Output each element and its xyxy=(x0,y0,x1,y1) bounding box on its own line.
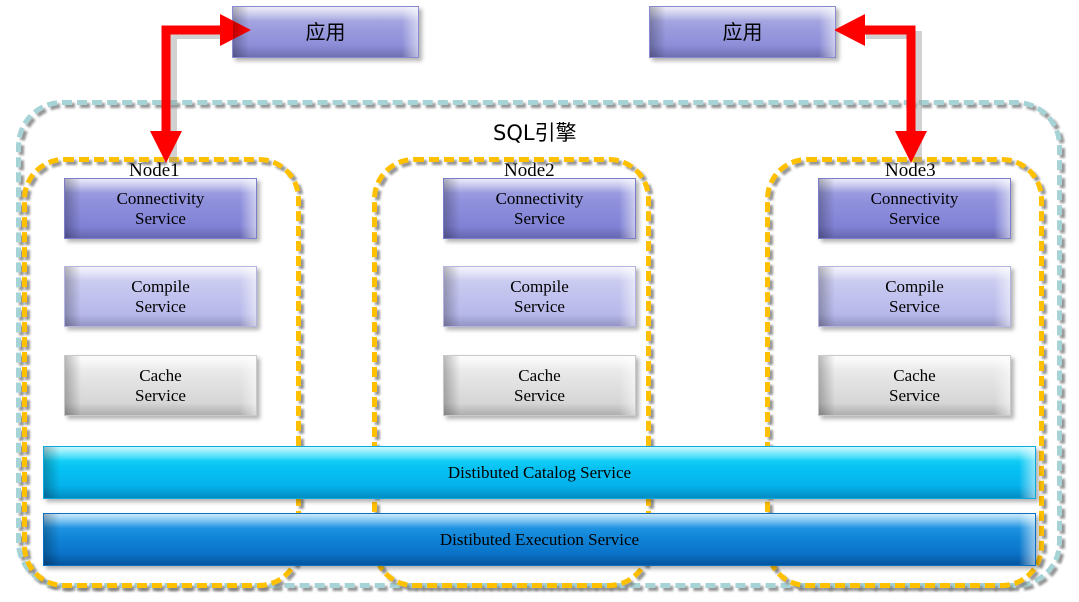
node1-compile-service-label: Compile Service xyxy=(131,277,190,316)
node3-connectivity-service[interactable]: Connectivity Service xyxy=(818,178,1011,239)
node2-connectivity-service[interactable]: Connectivity Service xyxy=(443,178,636,239)
connector-app-right-to-node3 xyxy=(834,14,927,163)
node2-cache-service-label: Cache Service xyxy=(514,366,565,405)
node1-cache-service-label: Cache Service xyxy=(135,366,186,405)
node3-cache-service[interactable]: Cache Service xyxy=(818,355,1011,416)
node1-cache-service[interactable]: Cache Service xyxy=(64,355,257,416)
distributed-execution-service-label: Distibuted Execution Service xyxy=(439,529,640,549)
node3-compile-service-label: Compile Service xyxy=(885,277,944,316)
node3-cache-service-label: Cache Service xyxy=(889,366,940,405)
diagram-canvas: SQL引擎 应用 应用 Node1 Connectivity Service C… xyxy=(0,0,1079,602)
node2-connectivity-service-label: Connectivity Service xyxy=(495,189,584,228)
node2-compile-service[interactable]: Compile Service xyxy=(443,266,636,327)
node2-compile-service-label: Compile Service xyxy=(510,277,569,316)
app-box-right[interactable]: 应用 xyxy=(649,6,836,58)
arrowhead-left xyxy=(834,14,865,46)
node3-compile-service[interactable]: Compile Service xyxy=(818,266,1011,327)
distributed-catalog-service-label: Distibuted Catalog Service xyxy=(447,462,632,482)
app-box-right-label: 应用 xyxy=(722,19,763,44)
node3-connectivity-service-label: Connectivity Service xyxy=(870,189,959,228)
node2-cache-service[interactable]: Cache Service xyxy=(443,355,636,416)
app-box-left-label: 应用 xyxy=(305,19,346,44)
node1-connectivity-service-label: Connectivity Service xyxy=(116,189,205,228)
node1-connectivity-service[interactable]: Connectivity Service xyxy=(64,178,257,239)
distributed-execution-service-bar[interactable]: Distibuted Execution Service xyxy=(43,513,1036,566)
sql-engine-label: SQL引擎 xyxy=(493,121,577,145)
arrowhead-down xyxy=(150,131,182,163)
distributed-catalog-service-bar[interactable]: Distibuted Catalog Service xyxy=(43,446,1036,499)
node1-compile-service[interactable]: Compile Service xyxy=(64,266,257,327)
app-box-left[interactable]: 应用 xyxy=(232,6,419,58)
arrowhead-down xyxy=(895,131,927,163)
